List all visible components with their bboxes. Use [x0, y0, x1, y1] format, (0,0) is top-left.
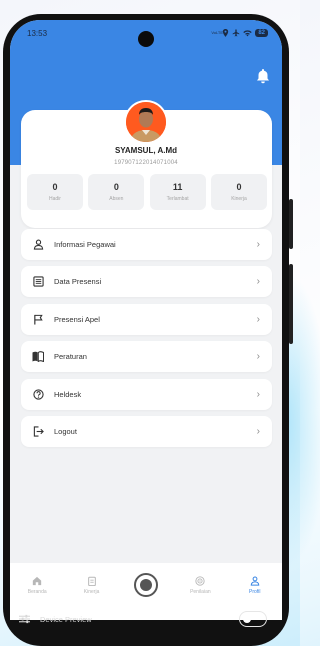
menu-item-heldesk[interactable]: Heldesk ›: [21, 378, 272, 410]
record-button-icon: [133, 573, 158, 597]
volte-indicator: VoLTE: [211, 30, 224, 35]
menu-item-data-presensi[interactable]: Data Presensi ›: [21, 266, 272, 298]
stat-kinerja: 0 Kinerja: [210, 174, 267, 210]
chevron-right-icon: ›: [256, 239, 260, 250]
status-icons: VoLTE 82: [211, 29, 268, 37]
wifi-icon: [243, 30, 253, 37]
record-dot: [139, 579, 152, 591]
flag-icon: [32, 313, 44, 325]
chevron-right-icon: ›: [256, 425, 260, 437]
front-camera: [138, 31, 154, 47]
status-time: 13:53: [27, 28, 48, 38]
help-circle-icon: [32, 388, 44, 400]
clipboard-icon: [86, 575, 98, 587]
bell-icon[interactable]: [256, 68, 270, 84]
battery-indicator: 82: [255, 29, 268, 37]
sliders-icon: [19, 614, 30, 624]
power-button: [289, 264, 293, 344]
stat-value: 0: [52, 182, 58, 192]
menu-label: Peraturan: [54, 352, 87, 362]
menu-label: Data Presensi: [54, 277, 102, 287]
menu-item-peraturan[interactable]: Peraturan ›: [21, 341, 272, 373]
menu-list: Informasi Pegawai › Data Presensi › Pres…: [21, 229, 272, 453]
device-preview-bar: Device Preview: [7, 606, 279, 632]
airplane-icon: [232, 29, 240, 37]
stat-value: 11: [172, 182, 183, 192]
stat-terlambat: 11 Terlambat: [149, 174, 206, 210]
menu-item-informasi-pegawai[interactable]: Informasi Pegawai ›: [21, 229, 272, 260]
stat-absen: 0 Absen: [88, 174, 145, 210]
location-icon: [223, 29, 229, 37]
chevron-right-icon: ›: [256, 276, 260, 288]
profile-icon: [249, 575, 261, 587]
nav-item-center-button[interactable]: [122, 573, 170, 597]
app-screen: 13:53 VoLTE 82 SYAMSUL, A.Md 19790712201…: [10, 20, 282, 620]
toggle-knob: [243, 614, 251, 623]
book-icon: [32, 351, 44, 363]
stat-hadir: 0 Hadir: [27, 174, 83, 210]
stat-label: Terlambat: [166, 196, 189, 202]
stat-label: Absen: [109, 196, 124, 202]
nav-label: Penilaian: [190, 589, 211, 595]
list-document-icon: [32, 276, 44, 288]
home-icon: [31, 575, 43, 587]
person-photo-icon: [126, 102, 166, 142]
person-icon: [32, 239, 44, 251]
stat-value: 0: [113, 182, 119, 192]
menu-item-presensi-apel[interactable]: Presensi Apel ›: [21, 303, 272, 335]
device-preview-label: Device Preview: [40, 614, 92, 624]
menu-label: Heldesk: [54, 389, 82, 399]
menu-label: Logout: [54, 426, 77, 436]
avatar[interactable]: [124, 100, 168, 144]
avatar-photo: [126, 102, 166, 142]
stat-label: Kinerja: [231, 196, 247, 202]
menu-label: Presensi Apel: [54, 314, 100, 324]
chevron-right-icon: ›: [256, 351, 260, 363]
nav-label: Kinerja: [83, 589, 100, 595]
nav-label: Beranda: [27, 589, 47, 595]
nav-item-beranda[interactable]: Beranda: [13, 575, 61, 595]
chevron-right-icon: ›: [256, 388, 260, 400]
menu-item-logout[interactable]: Logout ›: [21, 415, 272, 447]
stats-row: 0 Hadir 0 Absen 11 Terlambat 0 Kinerja: [27, 174, 267, 211]
menu-label: Informasi Pegawai: [54, 240, 116, 249]
logout-icon: [32, 425, 44, 437]
chevron-right-icon: ›: [256, 313, 260, 325]
stat-value: 0: [236, 182, 242, 192]
employee-nip: 197907122014071004: [114, 160, 178, 166]
nav-item-penilaian[interactable]: Penilaian: [176, 575, 224, 595]
nav-item-kinerja[interactable]: Kinerja: [68, 575, 116, 595]
nav-label: Profil: [249, 589, 261, 595]
employee-name: SYAMSUL, A.Md: [114, 146, 178, 155]
device-preview-toggle[interactable]: [239, 611, 267, 627]
volume-button: [289, 199, 293, 249]
target-icon: [194, 575, 206, 587]
stat-label: Hadir: [49, 196, 61, 202]
phone-frame: 13:53 VoLTE 82 SYAMSUL, A.Md 19790712201…: [3, 14, 293, 646]
nav-item-profil[interactable]: Profil: [231, 575, 279, 595]
